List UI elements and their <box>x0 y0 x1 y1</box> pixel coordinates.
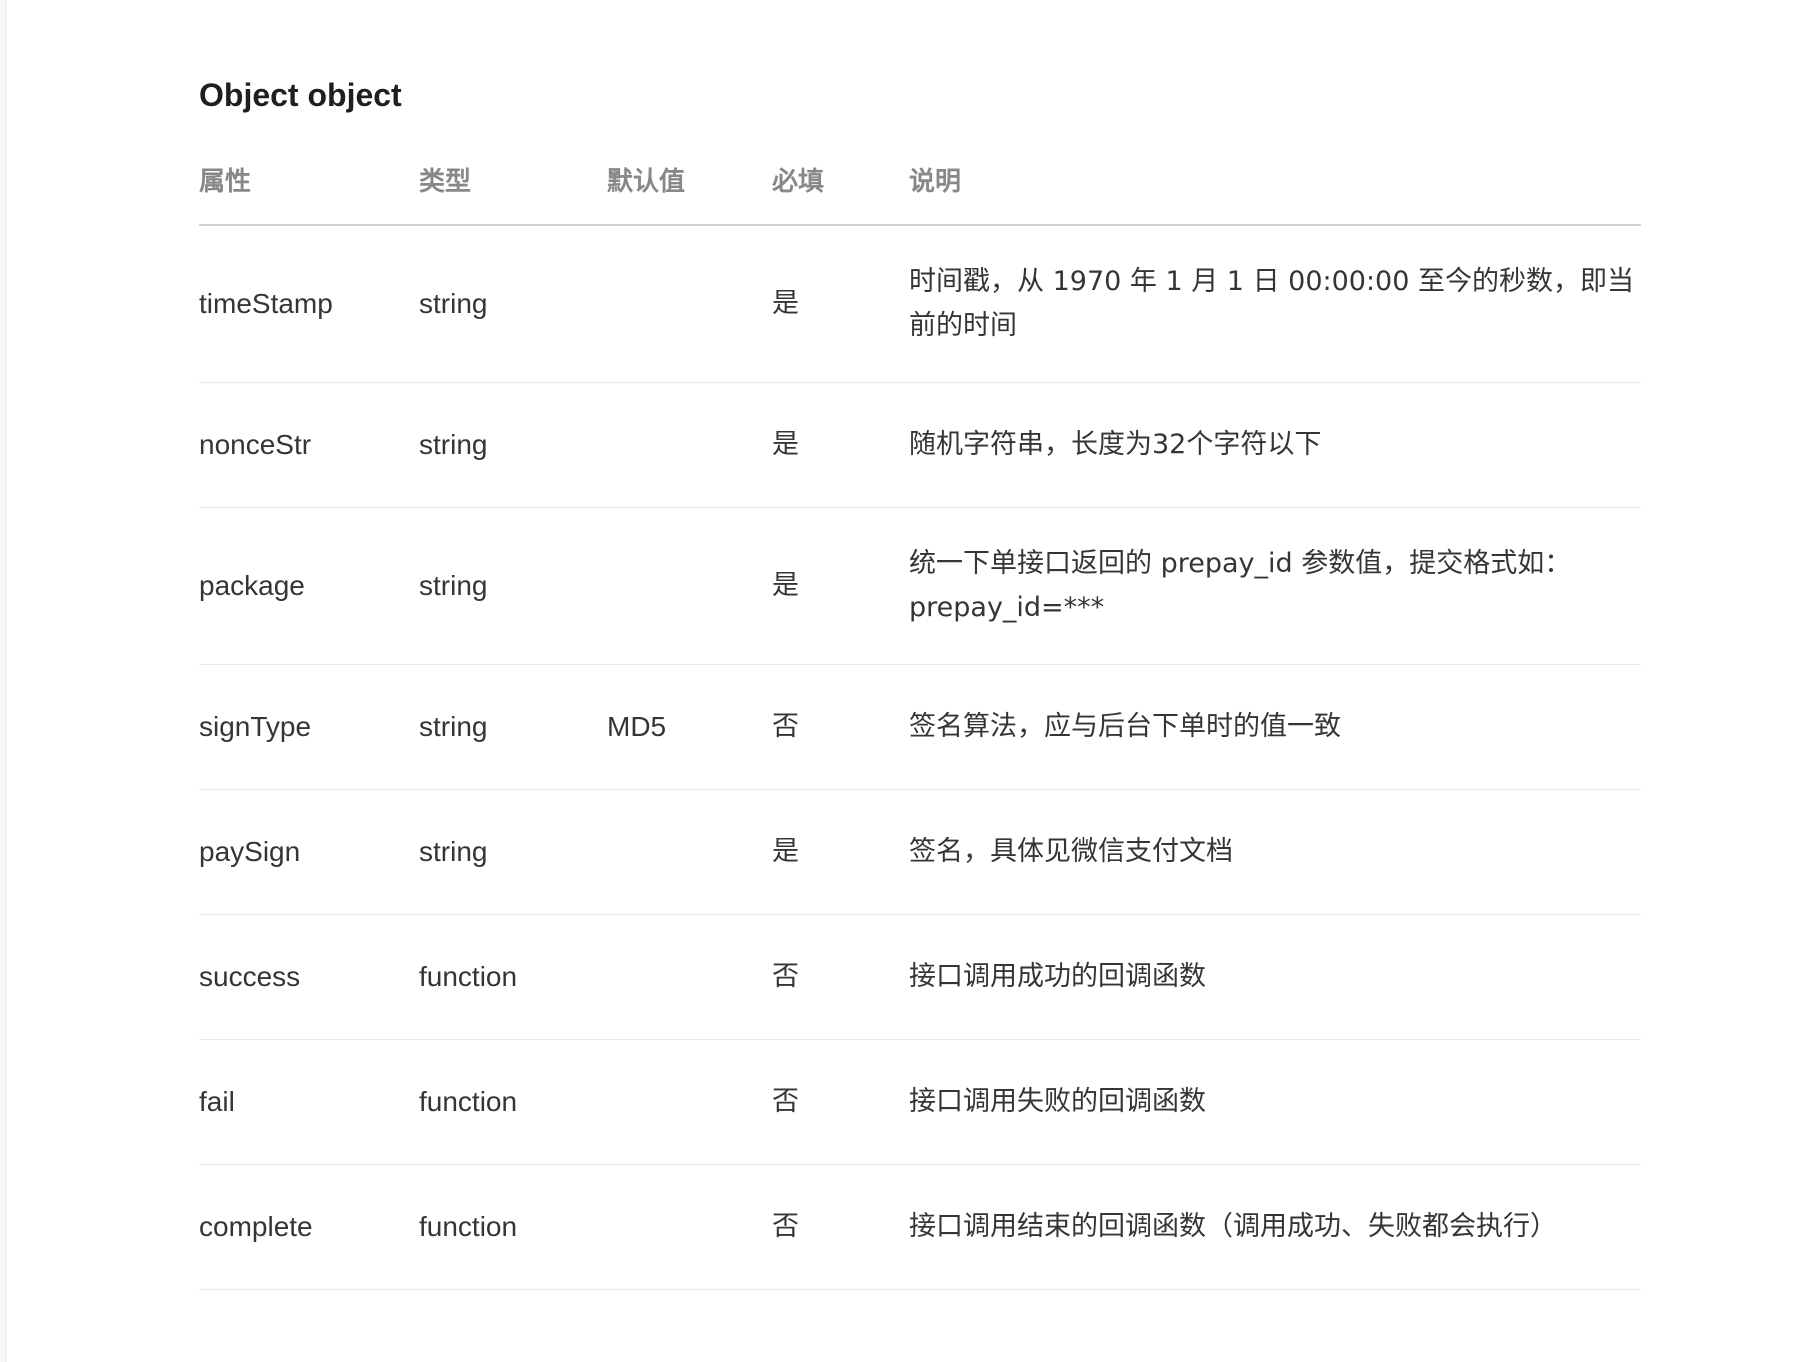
header-property: 属性 <box>199 162 419 226</box>
cell-default <box>607 382 772 508</box>
cell-required: 是 <box>772 507 909 665</box>
properties-table: 属性 类型 默认值 必填 说明 timeStamp string 是 时间戳，从… <box>199 162 1641 1290</box>
table-row: paySign string 是 签名，具体见微信支付文档 <box>199 789 1641 915</box>
table-row: fail function 否 接口调用失败的回调函数 <box>199 1039 1641 1165</box>
header-required: 必填 <box>772 162 909 226</box>
cell-required: 否 <box>772 664 909 790</box>
table-row: signType string MD5 否 签名算法，应与后台下单时的值一致 <box>199 664 1641 790</box>
cell-description: 接口调用结束的回调函数（调用成功、失败都会执行） <box>909 1164 1641 1290</box>
table-row: timeStamp string 是 时间戳，从 1970 年 1 月 1 日 … <box>199 225 1641 383</box>
cell-default <box>607 914 772 1040</box>
cell-default <box>607 507 772 665</box>
cell-property: success <box>199 914 419 1040</box>
header-description: 说明 <box>909 162 1641 226</box>
cell-description: 随机字符串，长度为32个字符以下 <box>909 382 1641 508</box>
cell-property: timeStamp <box>199 225 419 383</box>
cell-description: 统一下单接口返回的 prepay_id 参数值，提交格式如：prepay_id=… <box>909 507 1641 665</box>
cell-property: fail <box>199 1039 419 1165</box>
cell-required: 是 <box>772 382 909 508</box>
header-type: 类型 <box>419 162 607 226</box>
cell-property: complete <box>199 1164 419 1290</box>
table-row: complete function 否 接口调用结束的回调函数（调用成功、失败都… <box>199 1164 1641 1290</box>
cell-required: 否 <box>772 1164 909 1290</box>
header-default: 默认值 <box>607 162 772 226</box>
table-row: success function 否 接口调用成功的回调函数 <box>199 914 1641 1040</box>
section-title: Object object <box>199 77 402 113</box>
cell-type: string <box>419 225 607 383</box>
cell-default <box>607 1164 772 1290</box>
cell-default <box>607 789 772 915</box>
cell-default <box>607 1039 772 1165</box>
cell-description: 签名算法，应与后台下单时的值一致 <box>909 664 1641 790</box>
cell-required: 是 <box>772 225 909 383</box>
left-edge-divider <box>0 0 7 1362</box>
cell-property: nonceStr <box>199 382 419 508</box>
cell-description: 签名，具体见微信支付文档 <box>909 789 1641 915</box>
cell-type: string <box>419 382 607 508</box>
cell-type: function <box>419 1164 607 1290</box>
cell-description: 接口调用成功的回调函数 <box>909 914 1641 1040</box>
cell-type: function <box>419 914 607 1040</box>
cell-description: 接口调用失败的回调函数 <box>909 1039 1641 1165</box>
cell-property: signType <box>199 664 419 790</box>
cell-property: package <box>199 507 419 665</box>
table-row: package string 是 统一下单接口返回的 prepay_id 参数值… <box>199 507 1641 665</box>
cell-property: paySign <box>199 789 419 915</box>
table-row: nonceStr string 是 随机字符串，长度为32个字符以下 <box>199 382 1641 508</box>
cell-default <box>607 225 772 383</box>
doc-content: Object object 属性 类型 默认值 必填 说明 timeStamp … <box>199 70 1641 1290</box>
table-header-row: 属性 类型 默认值 必填 说明 <box>199 162 1641 226</box>
cell-description: 时间戳，从 1970 年 1 月 1 日 00:00:00 至今的秒数，即当前的… <box>909 225 1641 383</box>
cell-required: 否 <box>772 914 909 1040</box>
cell-type: string <box>419 789 607 915</box>
cell-default: MD5 <box>607 664 772 790</box>
cell-type: string <box>419 507 607 665</box>
cell-type: string <box>419 664 607 790</box>
cell-required: 否 <box>772 1039 909 1165</box>
cell-type: function <box>419 1039 607 1165</box>
cell-required: 是 <box>772 789 909 915</box>
